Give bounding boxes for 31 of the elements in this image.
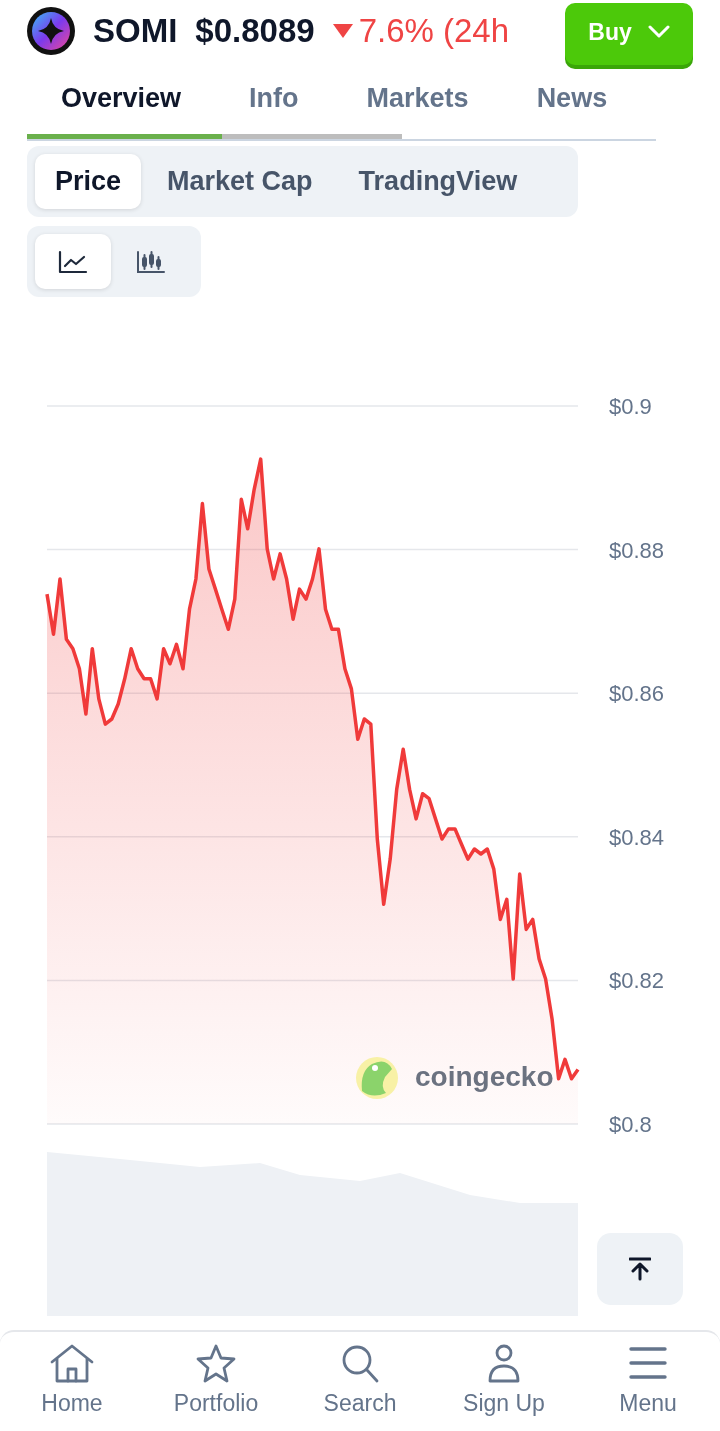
nav-item[interactable]: Search: [288, 1332, 432, 1431]
y-axis-label: $0.8: [609, 1112, 652, 1137]
nav-item[interactable]: Home: [0, 1332, 144, 1431]
chart-tab[interactable]: TradingView: [338, 154, 538, 209]
nav-tab[interactable]: Markets: [332, 62, 503, 134]
home-icon: [48, 1344, 96, 1384]
gecko-icon: [356, 1057, 398, 1099]
coin-logo: [27, 7, 75, 55]
chart-type-button[interactable]: [35, 234, 111, 289]
scroll-to-top-button[interactable]: [597, 1233, 683, 1305]
arrow-up-icon: [629, 1257, 651, 1281]
nav-item[interactable]: Portfolio: [144, 1332, 288, 1431]
nav-item[interactable]: Sign Up: [432, 1332, 576, 1431]
brand-name: coingecko: [415, 1061, 554, 1092]
nav-tab[interactable]: Info: [215, 62, 333, 134]
y-axis-label: $0.86: [609, 681, 665, 707]
line-chart-icon: [58, 250, 88, 273]
y-axis-label: $0.88: [609, 537, 665, 563]
nav-tab[interactable]: Overview: [27, 62, 216, 134]
y-axis-label: $0.9: [609, 394, 652, 419]
nav-tab[interactable]: News: [502, 62, 642, 134]
candlestick-icon: [137, 250, 165, 273]
chevron-down-icon: [647, 25, 670, 39]
coin-symbol: SOMI: [93, 12, 178, 50]
chart-tab[interactable]: Market Cap: [147, 154, 333, 209]
coin-price: $0.8089: [195, 12, 315, 50]
nav-item[interactable]: Menu: [576, 1332, 720, 1431]
y-axis-label: $0.82: [609, 968, 665, 994]
chart-tab[interactable]: Price: [35, 154, 142, 209]
price-change: 7.6% (24h: [358, 12, 510, 50]
y-axis-label: $0.84: [609, 824, 665, 850]
